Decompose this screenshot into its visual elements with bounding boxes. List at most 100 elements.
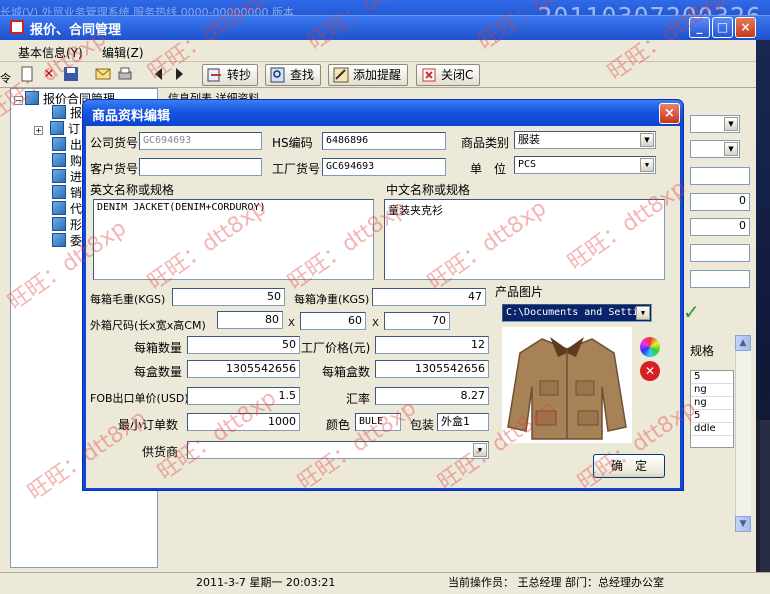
dropdown-arrow-icon: ▼ (724, 117, 738, 131)
per-box-field[interactable]: 1305542656 (187, 360, 300, 378)
book-icon (52, 185, 66, 199)
unit-select[interactable]: PCS ▼ (514, 156, 656, 174)
customer-no-label: 客户货号 (90, 162, 139, 176)
hs-code-field[interactable]: 6486896 (322, 132, 446, 150)
book-icon (50, 121, 64, 135)
tree-item[interactable]: 购 (52, 152, 82, 169)
photo-label: 产品图片 (495, 285, 544, 299)
x-separator: X (288, 318, 295, 329)
grid-cell[interactable]: 5 (691, 371, 733, 384)
dropdown-arrow-icon: ▼ (724, 142, 738, 156)
expand-icon[interactable]: + (34, 126, 43, 135)
grid-cell[interactable]: ng (691, 397, 733, 410)
unit-label: 单 位 (470, 162, 507, 176)
right-field[interactable] (690, 167, 750, 185)
grid-cell[interactable]: ng (691, 384, 733, 397)
right-field[interactable] (690, 244, 750, 262)
right-field[interactable]: 0 (690, 193, 750, 211)
right-dropdown[interactable]: ▼ (690, 140, 740, 158)
outer-size-label: 外箱尺码(长x宽x高CM) (90, 319, 206, 332)
company-no-field[interactable]: GC694693 (139, 132, 262, 150)
tree-item-label: 形 (70, 218, 83, 232)
dropdown-arrow-icon: ▼ (640, 158, 654, 172)
add-reminder-button[interactable]: 添加提醒 (328, 64, 409, 86)
factory-no-label: 工厂货号 (272, 162, 321, 176)
category-value: 服装 (518, 133, 540, 146)
transfer-icon (207, 67, 223, 83)
photo-path-select[interactable]: C:\Documents and Settings ▼ (502, 304, 652, 322)
company-no-label: 公司货号 (90, 136, 139, 150)
cn-name-label: 中文名称或规格 (386, 183, 471, 197)
book-icon (52, 169, 66, 183)
screen: { "bg_title": "长城(V) 外贸业务管理系统 服务热线 0000-… (0, 0, 770, 594)
tree-item[interactable]: 销 (52, 184, 82, 201)
tree-item[interactable]: 进 (52, 168, 82, 185)
factory-price-field[interactable]: 12 (375, 336, 489, 354)
find-label: 查找 (290, 68, 315, 82)
confirm-check-icon[interactable]: ✓ (683, 300, 700, 324)
tree-item-label: 购 (70, 154, 83, 168)
status-operator: 当前操作员： 王总经理 部门：总经理办公室 (448, 576, 664, 589)
dialog-titlebar (83, 100, 683, 126)
book-icon (52, 201, 66, 215)
packing-field[interactable]: 外盒1 (437, 413, 489, 431)
category-label: 商品类别 (461, 136, 510, 150)
book-icon (52, 153, 66, 167)
vertical-scrollbar[interactable] (735, 335, 751, 532)
category-select[interactable]: 服装 ▼ (514, 131, 656, 149)
width-field[interactable]: 60 (300, 312, 366, 330)
per-carton-label: 每箱数量 (134, 341, 183, 355)
close-view-label: 关闭C (441, 68, 474, 82)
tree-item-label: 代 (70, 202, 83, 216)
height-field[interactable]: 70 (384, 312, 450, 330)
length-field[interactable]: 80 (217, 311, 283, 329)
dialog-close-button[interactable]: × (659, 103, 680, 124)
add-reminder-label: 添加提醒 (353, 68, 402, 82)
box-per-carton-label: 每箱盒数 (322, 365, 371, 379)
factory-no-field[interactable]: GC694693 (322, 158, 446, 176)
maximize-button[interactable]: □ (712, 17, 733, 38)
dialog-title: 商品资料编辑 (92, 109, 171, 124)
gross-weight-field[interactable]: 50 (172, 288, 285, 306)
box-per-carton-field[interactable]: 1305542656 (375, 360, 489, 378)
fob-label: FOB出口单价(USD) (90, 392, 189, 405)
grid-cell[interactable]: ddle (691, 423, 733, 436)
tree-item[interactable]: 报 (52, 104, 82, 121)
print-icon[interactable] (116, 66, 134, 84)
reminder-icon (333, 67, 349, 83)
right-field[interactable]: 0 (690, 218, 750, 236)
find-button[interactable]: 查找 (265, 64, 322, 86)
color-picker-icon[interactable] (640, 337, 660, 357)
tree-item-label: 进 (70, 170, 83, 184)
scroll-up-icon[interactable]: ▲ (735, 335, 751, 351)
tree-item[interactable]: 代 (52, 200, 82, 217)
net-weight-field[interactable]: 47 (372, 288, 486, 306)
per-carton-field[interactable]: 50 (187, 336, 300, 354)
x-separator: X (372, 318, 379, 329)
customer-no-field[interactable] (139, 158, 262, 176)
tree-item[interactable]: + 订 (34, 120, 80, 137)
right-field[interactable] (690, 270, 750, 288)
en-name-label: 英文名称或规格 (90, 183, 175, 197)
right-dropdown[interactable]: ▼ (690, 115, 740, 133)
spec-column-header: 规格 (690, 344, 715, 358)
remove-photo-icon[interactable]: ✕ (640, 361, 660, 381)
scroll-down-icon[interactable]: ▼ (735, 516, 751, 532)
per-box-label: 每盒数量 (134, 365, 183, 379)
book-icon (52, 137, 66, 151)
tree-item-label: 订 (68, 122, 81, 136)
book-icon (52, 217, 66, 231)
tree-item-label: 销 (70, 186, 83, 200)
tree-item[interactable]: 形 (52, 216, 82, 233)
email-icon[interactable] (94, 66, 112, 84)
close-button[interactable]: × (735, 17, 756, 38)
gross-weight-label: 每箱毛重(KGS) (90, 293, 166, 306)
transfer-label: 转抄 (227, 68, 252, 82)
transfer-button[interactable]: 转抄 (202, 64, 259, 86)
photo-path-value: C:\Documents and Settings (506, 307, 652, 318)
tree-item[interactable]: 出 (52, 136, 82, 153)
dropdown-arrow-icon: ▼ (640, 133, 654, 147)
close-view-button[interactable]: 关闭C (416, 64, 481, 86)
dropdown-arrow-icon: ▼ (636, 306, 650, 320)
app-icon (10, 20, 24, 34)
